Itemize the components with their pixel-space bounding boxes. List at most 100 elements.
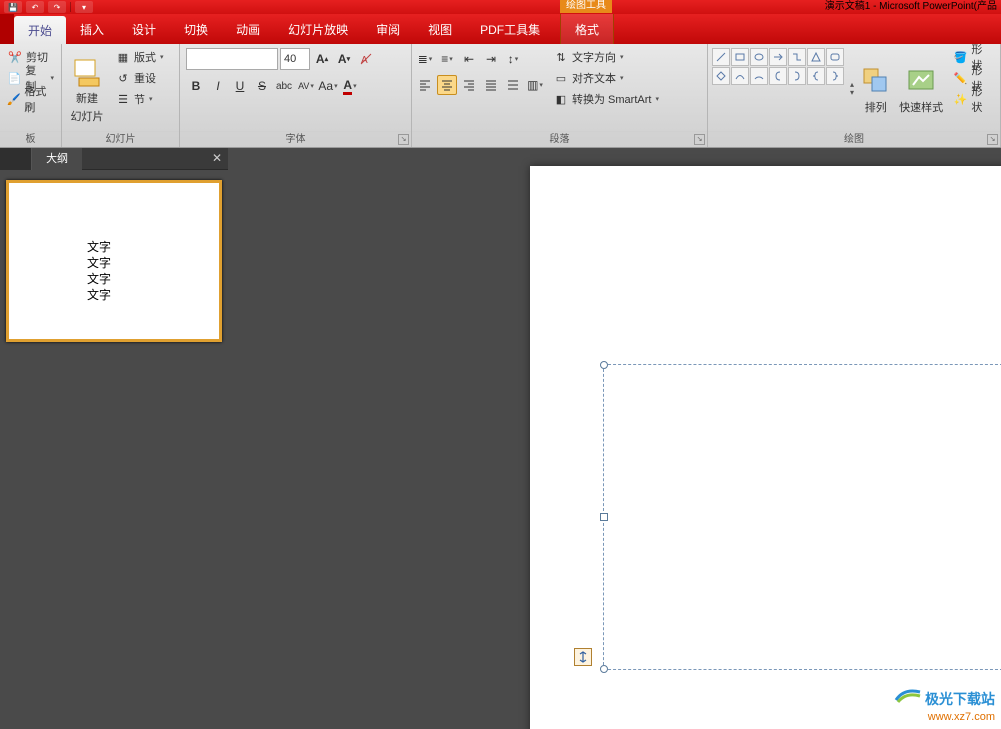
shape-triangle-icon[interactable] [807, 48, 825, 66]
autofit-options-icon[interactable] [574, 648, 592, 666]
tab-pdf[interactable]: PDF工具集 [466, 14, 554, 44]
justify-button[interactable] [481, 75, 501, 95]
numbering-button[interactable]: ≡▾ [437, 49, 457, 69]
increase-indent-button[interactable]: ⇥ [481, 49, 501, 69]
shapes-more-icon[interactable]: ▴▾ [850, 81, 854, 97]
brush-icon: 🖌️ [7, 91, 21, 107]
align-right-button[interactable] [459, 75, 479, 95]
selected-textbox[interactable] [603, 364, 1001, 670]
tab-review[interactable]: 审阅 [362, 14, 414, 44]
text-direction-icon: ⇅ [553, 49, 569, 65]
shrink-font-button[interactable]: A▾ [334, 49, 354, 69]
align-text-label: 对齐文本 [572, 70, 616, 86]
shape-bracket-right-icon[interactable] [788, 67, 806, 85]
shape-line-icon[interactable] [712, 48, 730, 66]
tab-home[interactable]: 开始 [14, 16, 66, 44]
tab-slideshow[interactable]: 幻灯片放映 [274, 14, 362, 44]
tab-format[interactable]: 格式 [560, 14, 614, 44]
drawing-dialog-launcher[interactable]: ↘ [987, 134, 998, 145]
font-size-combo[interactable] [280, 48, 310, 70]
line-spacing-button[interactable]: ↕▾ [503, 49, 523, 69]
new-slide-button[interactable]: 新建 幻灯片 [65, 47, 109, 131]
layout-button[interactable]: ▦版式▾ [111, 47, 175, 67]
shape-rectangle-icon[interactable] [731, 48, 749, 66]
section-label: 节 [134, 91, 145, 107]
logo-icon [894, 686, 922, 707]
quick-styles-button[interactable]: 快速样式 [897, 47, 944, 131]
format-painter-button[interactable]: 🖌️格式刷 [3, 89, 58, 109]
shape-rounded-rect-icon[interactable] [826, 48, 844, 66]
text-direction-label: 文字方向 [572, 49, 616, 65]
watermark-title: 极光下载站 [925, 691, 995, 707]
resize-handle[interactable] [600, 361, 608, 369]
shape-diamond-icon[interactable] [712, 67, 730, 85]
resize-handle[interactable] [600, 513, 608, 521]
layout-icon: ▦ [115, 49, 131, 65]
font-color-button[interactable]: A▾ [340, 76, 360, 96]
tab-transitions[interactable]: 切换 [170, 14, 222, 44]
group-slides: 新建 幻灯片 ▦版式▾ ↺重设 ☰节▾ 幻灯片 [62, 44, 180, 147]
shapes-gallery[interactable] [711, 47, 845, 131]
section-icon: ☰ [115, 91, 131, 107]
bullets-button[interactable]: ≣▾ [415, 49, 435, 69]
shape-brace-left-icon[interactable] [807, 67, 825, 85]
italic-button[interactable]: I [208, 76, 228, 96]
section-button[interactable]: ☰节 ▾ [111, 89, 175, 109]
bold-button[interactable]: B [186, 76, 206, 96]
group-clipboard: ✂️剪切 📄复制▾ 🖌️格式刷 板 [0, 44, 62, 147]
clear-formatting-button[interactable]: A [356, 49, 376, 69]
grow-font-button[interactable]: A▴ [312, 49, 332, 69]
tab-view[interactable]: 视图 [414, 14, 466, 44]
shape-brace-right-icon[interactable] [826, 67, 844, 85]
reset-icon: ↺ [115, 70, 131, 86]
columns-button[interactable]: ▥▾ [525, 75, 545, 95]
undo-icon[interactable]: ↶ [26, 1, 44, 13]
decrease-indent-button[interactable]: ⇤ [459, 49, 479, 69]
tab-insert[interactable]: 插入 [66, 14, 118, 44]
shape-effects-label: 形状 [971, 83, 993, 115]
file-tab[interactable] [0, 14, 14, 44]
strikethrough-button[interactable]: S [252, 76, 272, 96]
align-center-button[interactable] [437, 75, 457, 95]
align-text-button[interactable]: ▭对齐文本▾ [549, 68, 663, 88]
shape-effects-button[interactable]: ✨形状 [949, 89, 997, 109]
slide-thumbnail[interactable]: 文字 文字 文字 文字 [6, 180, 222, 342]
new-slide-label: 新建 [76, 90, 98, 106]
chevron-down-icon: ▾ [149, 95, 153, 103]
character-spacing-button[interactable]: AV▾ [296, 76, 316, 96]
paragraph-dialog-launcher[interactable]: ↘ [694, 134, 705, 145]
tab-design[interactable]: 设计 [118, 14, 170, 44]
distribute-button[interactable] [503, 75, 523, 95]
change-case-button[interactable]: Aa▾ [318, 76, 338, 96]
convert-smartart-button[interactable]: ◧转换为 SmartArt▾ [549, 89, 663, 109]
slides-panel: 大纲 ✕ 文字 文字 文字 文字 [0, 148, 228, 729]
title-bar: 💾 ↶ ↷ ▾ 绘图工具 演示文稿1 - Microsoft PowerPoin… [0, 0, 1001, 14]
slide-editor[interactable]: 极光下载站 www.xz7.com [228, 148, 1001, 729]
redo-icon[interactable]: ↷ [48, 1, 66, 13]
shape-bracket-left-icon[interactable] [769, 67, 787, 85]
shape-oval-icon[interactable] [750, 48, 768, 66]
group-paragraph: ≣▾ ≡▾ ⇤ ⇥ ↕▾ ▥▾ ⇅文字方向▾ ▭对齐文本▾ [412, 44, 708, 147]
tab-animations[interactable]: 动画 [222, 14, 274, 44]
reset-button[interactable]: ↺重设 [111, 68, 175, 88]
save-icon[interactable]: 💾 [4, 1, 22, 13]
panel-close-icon[interactable]: ✕ [212, 151, 222, 165]
quick-styles-icon [905, 65, 937, 97]
qat-separator [70, 2, 71, 12]
font-dialog-launcher[interactable]: ↘ [398, 134, 409, 145]
qat-customize-icon[interactable]: ▾ [75, 1, 93, 13]
arrange-button[interactable]: 排列 [858, 47, 893, 131]
shape-curve-icon[interactable] [731, 67, 749, 85]
panel-tab-outline[interactable]: 大纲 [32, 148, 82, 170]
shape-arc-icon[interactable] [750, 67, 768, 85]
shape-connector-icon[interactable] [788, 48, 806, 66]
panel-tab-slides[interactable] [0, 148, 32, 170]
panel-tabs: 大纲 ✕ [0, 148, 228, 170]
align-left-button[interactable] [415, 75, 435, 95]
shadow-button[interactable]: abc [274, 76, 294, 96]
text-direction-button[interactable]: ⇅文字方向▾ [549, 47, 663, 67]
shape-arrow-line-icon[interactable] [769, 48, 787, 66]
underline-button[interactable]: U [230, 76, 250, 96]
resize-handle[interactable] [600, 665, 608, 673]
font-name-combo[interactable] [186, 48, 278, 70]
